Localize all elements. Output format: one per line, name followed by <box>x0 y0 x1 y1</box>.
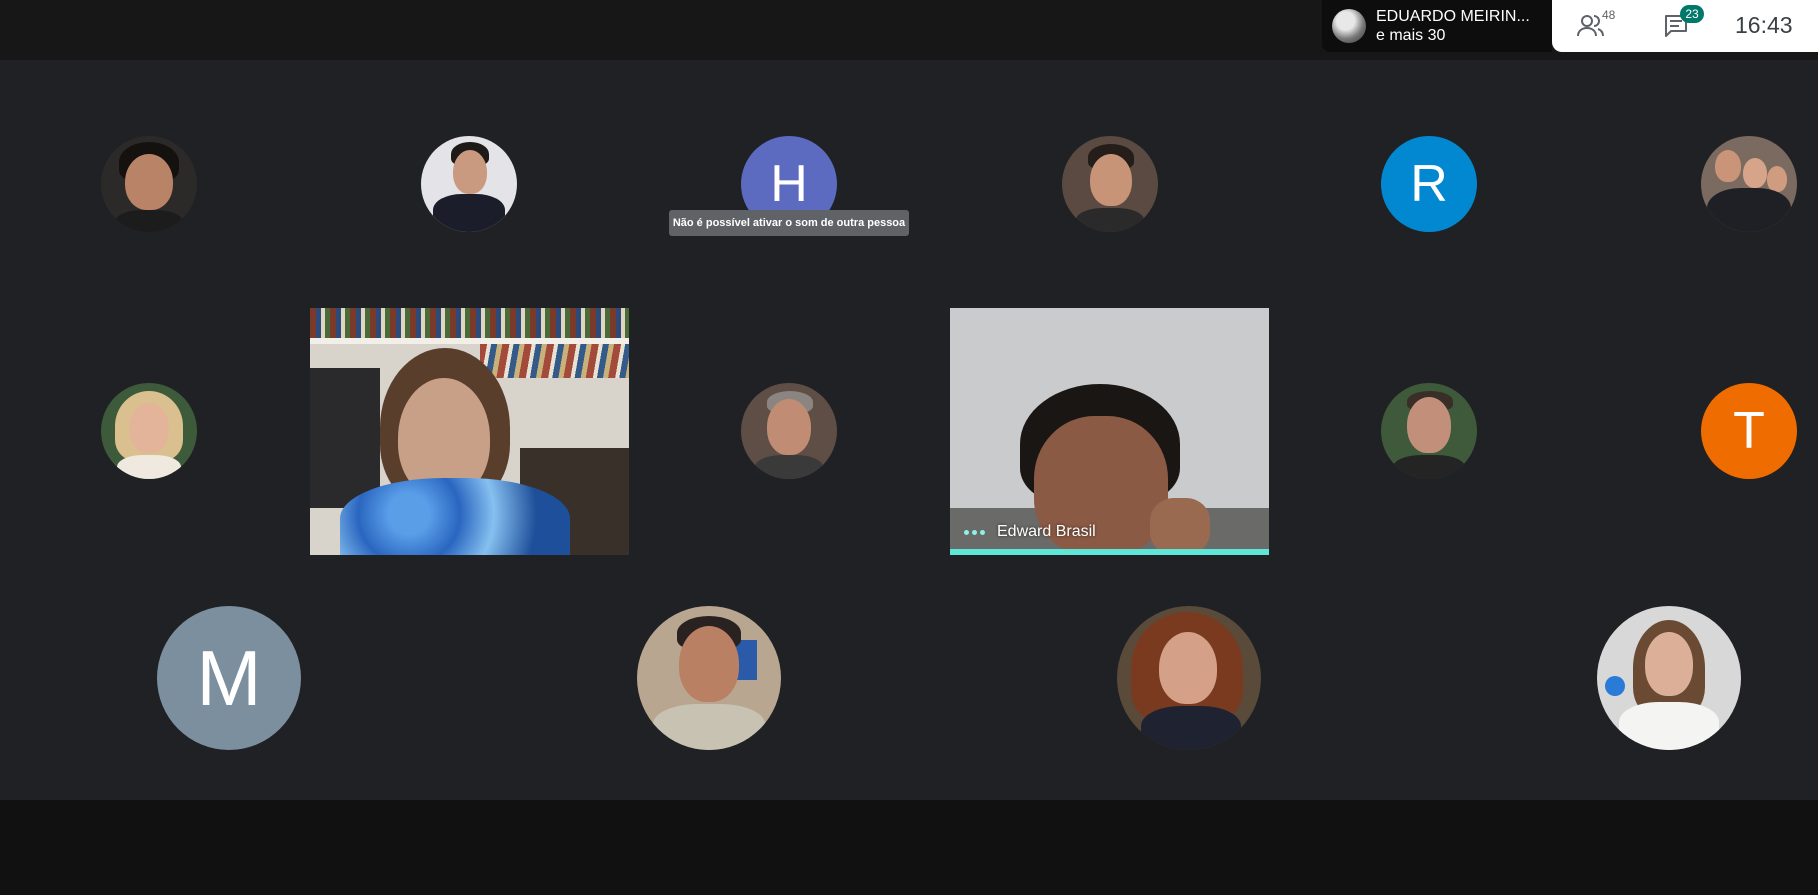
participant-tile[interactable] <box>637 606 781 750</box>
chat-button[interactable]: 23 <box>1662 5 1704 42</box>
participant-avatar-t[interactable]: T <box>1701 383 1797 479</box>
participant-tile[interactable] <box>1701 136 1797 232</box>
participants-button[interactable]: 48 <box>1576 8 1615 42</box>
presenter-name: EDUARDO MEIRIN... <box>1376 8 1530 25</box>
presentation-indicator[interactable]: EDUARDO MEIRIN... e mais 30 <box>1322 0 1552 52</box>
participant-tile[interactable] <box>1381 383 1477 479</box>
participant-tile[interactable] <box>1062 136 1158 232</box>
participant-tile[interactable] <box>1597 606 1741 750</box>
participant-tile[interactable] <box>421 136 517 232</box>
speaker-name: Edward Brasil <box>997 523 1096 540</box>
chat-unread-badge: 23 <box>1680 5 1704 23</box>
participant-tile[interactable] <box>101 383 197 479</box>
meeting-toolbar: 48 23 16:43 <box>1552 0 1818 52</box>
participants-count: 48 <box>1602 8 1616 22</box>
participant-tile[interactable] <box>101 136 197 232</box>
bottom-bar <box>0 800 1818 895</box>
video-tile-speaker[interactable]: Edward Brasil <box>950 308 1269 555</box>
clock: 16:43 <box>1735 12 1793 38</box>
participant-avatar-m[interactable]: M <box>157 606 301 750</box>
bookshelf <box>310 308 629 338</box>
active-speaker-bar <box>950 549 1269 555</box>
video-tile-participant[interactable] <box>310 308 629 555</box>
mute-tooltip: Não é possível ativar o som de outra pes… <box>669 210 909 236</box>
speaker-nametag: Edward Brasil <box>964 523 1096 541</box>
participant-avatar-r[interactable]: R <box>1381 136 1477 232</box>
presenter-avatar <box>1332 9 1366 43</box>
presenter-others: e mais 30 <box>1376 27 1446 44</box>
speaking-indicator-icon <box>964 529 985 535</box>
participant-tile[interactable] <box>741 383 837 479</box>
participant-tile[interactable] <box>1117 606 1261 750</box>
